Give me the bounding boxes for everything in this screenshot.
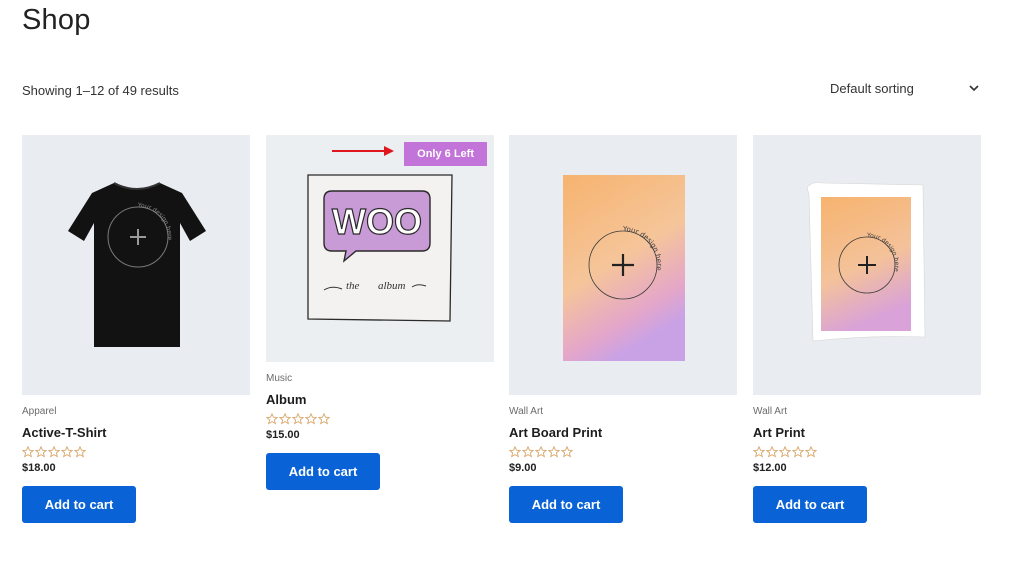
album-art-word-album: album [378,280,406,292]
star-icon [318,413,330,425]
rating-stars [753,446,981,458]
product-image[interactable]: Your design here [509,135,737,395]
star-icon [766,446,778,458]
star-icon [561,446,573,458]
page-title: Shop [22,4,91,36]
star-icon [48,446,60,458]
product-title[interactable]: Art Print [753,425,981,440]
product-grid: Your design here Apparel Active-T-Shirt … [22,135,1002,555]
product-category: Music [266,373,293,384]
star-icon [535,446,547,458]
product-card: WOO the album Only 6 Left Music Album $1… [266,135,494,490]
product-price: $9.00 [509,462,537,474]
star-icon [548,446,560,458]
product-title[interactable]: Album [266,392,494,407]
product-price: $18.00 [22,462,56,474]
add-to-cart-button[interactable]: Add to cart [266,453,380,490]
rating-stars [22,446,250,458]
stock-badge: Only 6 Left [404,142,487,166]
chevron-down-icon [969,85,979,92]
star-icon [753,446,765,458]
product-card: Your design here Apparel Active-T-Shirt … [22,135,250,523]
product-image[interactable]: Your design here [753,135,981,395]
product-image[interactable]: Your design here [22,135,250,395]
album-art-word-the: the [346,280,360,292]
product-card: Your design here Wall Art Art Print $12.… [753,135,981,523]
star-icon [779,446,791,458]
star-icon [509,446,521,458]
star-icon [74,446,86,458]
sorting-selected-label: Default sorting [830,80,914,96]
product-title[interactable]: Art Board Print [509,425,737,440]
star-icon [805,446,817,458]
star-icon [35,446,47,458]
product-category: Apparel [22,406,57,417]
rating-stars [509,446,737,458]
rating-stars [266,413,494,425]
arrow-icon [384,146,394,156]
product-category: Wall Art [509,406,544,417]
album-art-title: WOO [332,201,422,242]
album-cover-image: WOO the album [307,146,453,322]
product-price: $12.00 [753,462,787,474]
tshirt-image: Your design here [68,182,206,347]
star-icon [522,446,534,458]
star-icon [266,413,278,425]
art-print-image: Your design here [806,182,926,342]
product-title[interactable]: Active-T-Shirt [22,425,250,440]
product-category: Wall Art [753,406,788,417]
star-icon [22,446,34,458]
add-to-cart-button[interactable]: Add to cart [22,486,136,523]
art-board-image: Your design here [563,175,685,361]
star-icon [292,413,304,425]
star-icon [792,446,804,458]
add-to-cart-button[interactable]: Add to cart [509,486,623,523]
add-to-cart-button[interactable]: Add to cart [753,486,867,523]
product-price: $15.00 [266,429,300,441]
star-icon [305,413,317,425]
star-icon [61,446,73,458]
star-icon [279,413,291,425]
sorting-select[interactable]: Default sorting [812,72,992,104]
product-card: Your design here Wall Art Art Board Prin… [509,135,737,523]
result-count: Showing 1–12 of 49 results [22,83,179,98]
product-image[interactable]: WOO the album Only 6 Left [266,135,494,362]
